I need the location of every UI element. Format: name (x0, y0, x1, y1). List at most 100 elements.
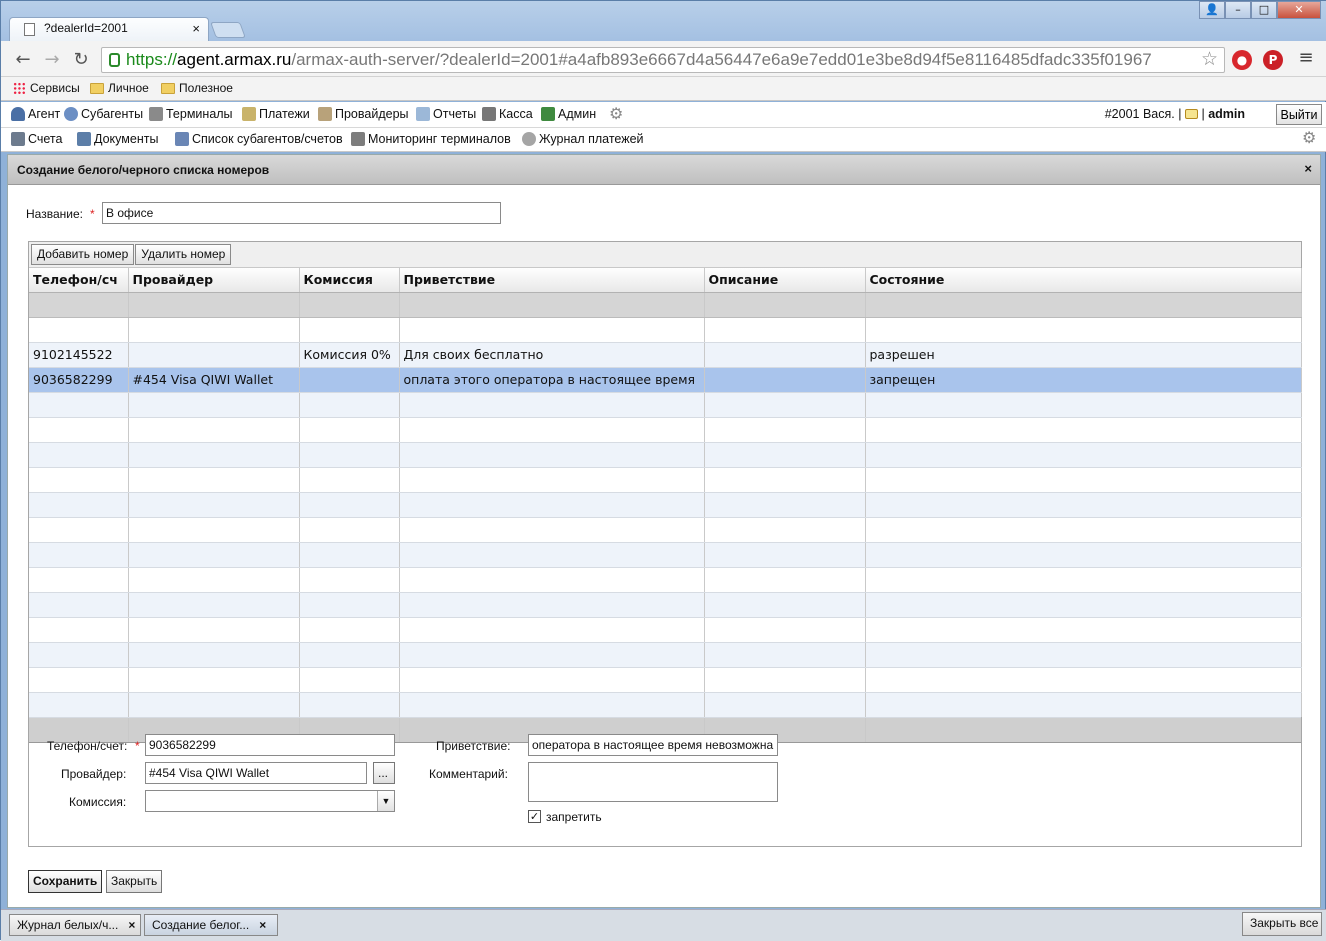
forward-icon[interactable]: → (41, 49, 63, 70)
column-header[interactable]: Приветствие (399, 268, 705, 293)
panel-close-icon[interactable]: × (1304, 161, 1312, 176)
task-close-icon[interactable]: × (259, 918, 266, 932)
menu-providers[interactable]: Провайдеры (318, 107, 409, 121)
profile-icon[interactable]: 👤 (1199, 1, 1225, 19)
add-number-button[interactable]: Добавить номер (31, 244, 135, 265)
bookmark-useful[interactable]: Полезное (161, 81, 233, 95)
empty-cell (704, 317, 866, 343)
commission-select[interactable]: ▼ (145, 790, 395, 812)
close-button[interactable]: Закрыть (106, 870, 163, 893)
admin-icon (541, 107, 555, 121)
logout-button[interactable]: Выйти (1276, 104, 1322, 125)
url-path: /armax-auth-server/?dealerId=2001#a4afb8… (291, 50, 1152, 69)
submenu-payments-journal[interactable]: Журнал платежей (522, 132, 644, 146)
provider-browse-button[interactable]: ... (373, 762, 395, 784)
submenu-terminal-monitoring[interactable]: Мониторинг терминалов (351, 132, 511, 146)
table-cell[interactable]: разрешен (865, 342, 1302, 368)
apps-icon (13, 81, 26, 95)
table-row[interactable]: 9036582299 #454 Visa QIWI Wallet оплата эт… (29, 367, 1302, 393)
chevron-down-icon[interactable]: ▼ (377, 791, 394, 811)
submenu-accounts[interactable]: Счета (11, 132, 62, 146)
close-window-button[interactable]: ✕ (1277, 1, 1321, 19)
column-header[interactable]: Телефон/сч (29, 268, 129, 293)
forbid-checkbox[interactable]: ✓ (528, 810, 541, 823)
table-cell[interactable] (128, 342, 300, 368)
save-button[interactable]: Сохранить (28, 870, 103, 893)
table-cell[interactable] (704, 367, 866, 393)
menu-reports[interactable]: Отчеты (416, 107, 476, 121)
chrome-menu-icon[interactable]: ≡ (1295, 47, 1317, 68)
new-tab-button[interactable] (210, 22, 246, 38)
empty-cell (128, 317, 300, 343)
table-cell[interactable]: 9036582299 (29, 367, 129, 393)
menu-label: Админ (558, 107, 597, 121)
empty-cell (399, 442, 705, 468)
empty-cell (299, 517, 400, 543)
task-create-list[interactable]: Создание белог... × (144, 914, 278, 936)
empty-cell (704, 567, 866, 593)
adblock-icon[interactable]: ● (1232, 50, 1252, 70)
menu-payments[interactable]: Платежи (242, 107, 310, 121)
empty-cell (865, 292, 1302, 318)
empty-cell (299, 592, 400, 618)
menu-label: Касса (499, 107, 533, 121)
empty-cell (29, 292, 129, 318)
empty-row (29, 492, 1302, 518)
empty-cell (865, 392, 1302, 418)
delete-number-button[interactable]: Удалить номер (135, 244, 232, 265)
menu-admin[interactable]: Админ (541, 107, 596, 121)
menu-subagents[interactable]: Субагенты (64, 107, 143, 121)
address-bar[interactable]: https://agent.armax.ru/armax-auth-server… (101, 47, 1225, 73)
column-header[interactable]: Описание (704, 268, 866, 293)
list-icon (175, 132, 189, 146)
task-whitelist-journal[interactable]: Журнал белых/ч... × (9, 914, 141, 936)
menu-cashbox[interactable]: Касса (482, 107, 533, 121)
table-cell[interactable]: оплата этого оператора в настоящее время (399, 367, 705, 393)
tab-close-icon[interactable]: × (192, 21, 200, 36)
empty-cell (299, 617, 400, 643)
pinterest-icon[interactable]: P (1263, 50, 1283, 70)
provider-input[interactable]: #454 Visa QIWI Wallet (145, 762, 367, 784)
minimize-button[interactable]: – (1225, 1, 1251, 19)
phone-input[interactable]: 9036582299 (145, 734, 395, 756)
empty-cell (865, 517, 1302, 543)
settings-gear-icon[interactable]: ⚙ (609, 104, 623, 124)
greeting-input[interactable]: оператора в настоящее время невозможна (528, 734, 778, 756)
submenu-documents[interactable]: Документы (77, 132, 158, 146)
table-cell[interactable]: Для своих бесплатно (399, 342, 705, 368)
name-input[interactable]: В офисе (102, 202, 501, 224)
url-host: agent.armax.ru (177, 50, 292, 69)
column-header[interactable]: Комиссия (299, 268, 400, 293)
back-icon[interactable]: ← (12, 49, 34, 70)
table-row[interactable]: 9102145522 Комиссия 0% Для своих бесплатно… (29, 342, 1302, 368)
table-cell[interactable]: Комиссия 0% (299, 342, 400, 368)
column-header[interactable]: Провайдер (128, 268, 300, 293)
users-icon (64, 107, 78, 121)
table-cell[interactable]: запрещен (865, 367, 1302, 393)
table-cell[interactable] (704, 342, 866, 368)
user-info: #2001 Вася. | | admin (1105, 107, 1245, 121)
menu-terminals[interactable]: Терминалы (149, 107, 233, 121)
empty-cell (299, 317, 400, 343)
browser-window: ?dealerId=2001 × 👤 – □ ✕ ← → ↻ https://a… (0, 0, 1326, 941)
bookmark-star-icon[interactable]: ☆ (1201, 48, 1218, 71)
close-all-button[interactable]: Закрыть все (1242, 912, 1322, 936)
table-cell[interactable] (299, 367, 400, 393)
browser-tab[interactable]: ?dealerId=2001 × (9, 17, 209, 41)
table-cell[interactable]: 9102145522 (29, 342, 129, 368)
submenu-subagent-list[interactable]: Список субагентов/счетов (175, 132, 343, 146)
bookmark-personal[interactable]: Личное (90, 81, 149, 95)
column-header[interactable]: Состояние (865, 268, 1302, 293)
table-cell[interactable]: #454 Visa QIWI Wallet (128, 367, 300, 393)
settings-gear-icon[interactable]: ⚙ (1302, 128, 1316, 148)
maximize-button[interactable]: □ (1251, 1, 1277, 19)
reload-icon[interactable]: ↻ (70, 49, 92, 70)
bookmark-apps[interactable]: Сервисы (13, 81, 80, 95)
comment-textarea[interactable] (528, 762, 778, 802)
empty-cell (399, 667, 705, 693)
empty-cell (299, 417, 400, 443)
mail-icon[interactable] (1184, 109, 1198, 119)
task-close-icon[interactable]: × (128, 918, 135, 932)
menu-agent[interactable]: Агент (11, 107, 60, 121)
page-icon (24, 23, 35, 36)
